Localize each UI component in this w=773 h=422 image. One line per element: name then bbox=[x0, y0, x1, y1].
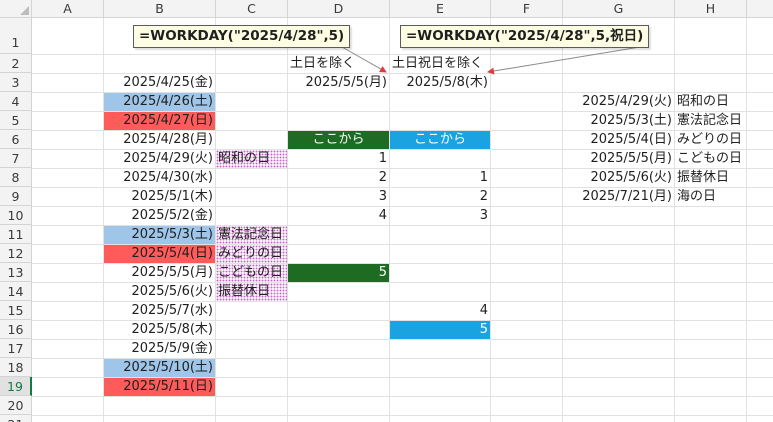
select-all-corner[interactable] bbox=[0, 0, 32, 18]
col-header-h[interactable]: H bbox=[675, 0, 747, 18]
cell-c12-holiday[interactable]: みどりの日 bbox=[216, 245, 287, 263]
row-header-6[interactable]: 6 bbox=[0, 130, 32, 149]
cell-b5[interactable]: 2025/4/27(日) bbox=[104, 112, 215, 130]
row-header-19[interactable]: 19 bbox=[0, 377, 32, 396]
select-all-triangle-icon bbox=[20, 6, 29, 15]
row-header-10[interactable]: 10 bbox=[0, 206, 32, 225]
cell-d6-start[interactable]: ここから bbox=[288, 131, 389, 149]
row-header-5[interactable]: 5 bbox=[0, 111, 32, 130]
cell-b8[interactable]: 2025/4/30(水) bbox=[104, 169, 215, 187]
holiday-list-name[interactable]: 憲法記念日 bbox=[675, 112, 773, 130]
row-header-13[interactable]: 13 bbox=[0, 263, 32, 282]
cell-b11[interactable]: 2025/5/3(土) bbox=[104, 226, 215, 244]
label-exclude-weekend[interactable]: 土日を除く bbox=[288, 55, 389, 73]
cell-c13-holiday[interactable]: こどもの日 bbox=[216, 264, 287, 282]
cell-b18[interactable]: 2025/5/10(土) bbox=[104, 359, 215, 377]
col-header-b[interactable]: B bbox=[104, 0, 216, 18]
holiday-list-name[interactable]: 昭和の日 bbox=[675, 93, 773, 111]
cell-d8[interactable]: 2 bbox=[288, 169, 389, 187]
cell-d7[interactable]: 1 bbox=[288, 150, 389, 168]
cell-e15[interactable]: 4 bbox=[390, 302, 490, 320]
cell-b10[interactable]: 2025/5/2(金) bbox=[104, 207, 215, 225]
cell-e9[interactable]: 2 bbox=[390, 188, 490, 206]
row-header-8[interactable]: 8 bbox=[0, 168, 32, 187]
holiday-list-date[interactable]: 2025/4/29(火) bbox=[563, 93, 674, 111]
cell-d10[interactable]: 4 bbox=[288, 207, 389, 225]
holiday-list-date[interactable]: 2025/5/4(日) bbox=[563, 131, 674, 149]
cell-c14-holiday[interactable]: 振替休日 bbox=[216, 283, 287, 301]
col-header-next[interactable] bbox=[747, 0, 773, 18]
cell-d13[interactable]: 5 bbox=[288, 264, 389, 282]
cell-e3-result[interactable]: 2025/5/8(木) bbox=[390, 74, 490, 92]
cell-b13[interactable]: 2025/5/5(月) bbox=[104, 264, 215, 282]
holiday-list-name[interactable]: みどりの日 bbox=[675, 131, 773, 149]
row-header-15[interactable]: 15 bbox=[0, 301, 32, 320]
row-header-18[interactable]: 18 bbox=[0, 358, 32, 377]
row-header-12[interactable]: 12 bbox=[0, 244, 32, 263]
cell-b6[interactable]: 2025/4/28(月) bbox=[104, 131, 215, 149]
cell-b4[interactable]: 2025/4/26(土) bbox=[104, 93, 215, 111]
col-header-e[interactable]: E bbox=[390, 0, 491, 18]
row-header-17[interactable]: 17 bbox=[0, 339, 32, 358]
label-exclude-weekend-holiday[interactable]: 土日祝日を除く bbox=[390, 55, 490, 73]
callout-workday-weekend[interactable]: =WORKDAY("2025/4/28",5) bbox=[133, 25, 351, 48]
row-header-1[interactable]: 1 bbox=[0, 18, 32, 54]
row-header-2[interactable]: 2 bbox=[0, 54, 32, 73]
holiday-list-name[interactable]: 海の日 bbox=[675, 188, 773, 206]
holiday-list-name[interactable]: 振替休日 bbox=[675, 169, 773, 187]
holiday-list-date[interactable]: 2025/5/5(月) bbox=[563, 150, 674, 168]
holiday-list-date[interactable]: 2025/5/3(土) bbox=[563, 112, 674, 130]
spreadsheet-grid[interactable]: A B C D E F G H 1 2 3 4 5 6 7 8 9 10 11 … bbox=[0, 0, 773, 422]
cell-e6-start[interactable]: ここから bbox=[390, 131, 490, 149]
cell-c7-holiday[interactable]: 昭和の日 bbox=[216, 150, 287, 168]
holiday-list-date[interactable]: 2025/7/21(月) bbox=[563, 188, 674, 206]
cell-b7[interactable]: 2025/4/29(火) bbox=[104, 150, 215, 168]
row-header-4[interactable]: 4 bbox=[0, 92, 32, 111]
holiday-list-name[interactable]: こどもの日 bbox=[675, 150, 773, 168]
row-header-3[interactable]: 3 bbox=[0, 73, 32, 92]
cell-b14[interactable]: 2025/5/6(火) bbox=[104, 283, 215, 301]
cell-e10[interactable]: 3 bbox=[390, 207, 490, 225]
col-header-g[interactable]: G bbox=[563, 0, 675, 18]
col-header-c[interactable]: C bbox=[216, 0, 288, 18]
cell-e16[interactable]: 5 bbox=[390, 321, 490, 339]
row-header-21[interactable]: 21 bbox=[0, 415, 32, 422]
cell-d3-result[interactable]: 2025/5/5(月) bbox=[288, 74, 389, 92]
callout-workday-holiday[interactable]: =WORKDAY("2025/4/28",5,祝日) bbox=[400, 25, 650, 48]
col-header-a[interactable]: A bbox=[32, 0, 104, 18]
cell-e8[interactable]: 1 bbox=[390, 169, 490, 187]
row-header-11[interactable]: 11 bbox=[0, 225, 32, 244]
row-header-9[interactable]: 9 bbox=[0, 187, 32, 206]
cell-b17[interactable]: 2025/5/9(金) bbox=[104, 340, 215, 358]
cell-c11-holiday[interactable]: 憲法記念日 bbox=[216, 226, 287, 244]
cell-b3[interactable]: 2025/4/25(金) bbox=[104, 74, 215, 92]
row-header-7[interactable]: 7 bbox=[0, 149, 32, 168]
cell-d9[interactable]: 3 bbox=[288, 188, 389, 206]
callout-arrow-holiday bbox=[487, 46, 641, 75]
row-header-14[interactable]: 14 bbox=[0, 282, 32, 301]
row-header-20[interactable]: 20 bbox=[0, 396, 32, 415]
row-header-16[interactable]: 16 bbox=[0, 320, 32, 339]
cell-b19[interactable]: 2025/5/11(日) bbox=[104, 378, 215, 396]
cell-b16[interactable]: 2025/5/8(木) bbox=[104, 321, 215, 339]
col-header-f[interactable]: F bbox=[491, 0, 563, 18]
col-header-d[interactable]: D bbox=[288, 0, 390, 18]
cell-b15[interactable]: 2025/5/7(水) bbox=[104, 302, 215, 320]
holiday-list-date[interactable]: 2025/5/6(火) bbox=[563, 169, 674, 187]
cell-b12[interactable]: 2025/5/4(日) bbox=[104, 245, 215, 263]
cell-b9[interactable]: 2025/5/1(木) bbox=[104, 188, 215, 206]
